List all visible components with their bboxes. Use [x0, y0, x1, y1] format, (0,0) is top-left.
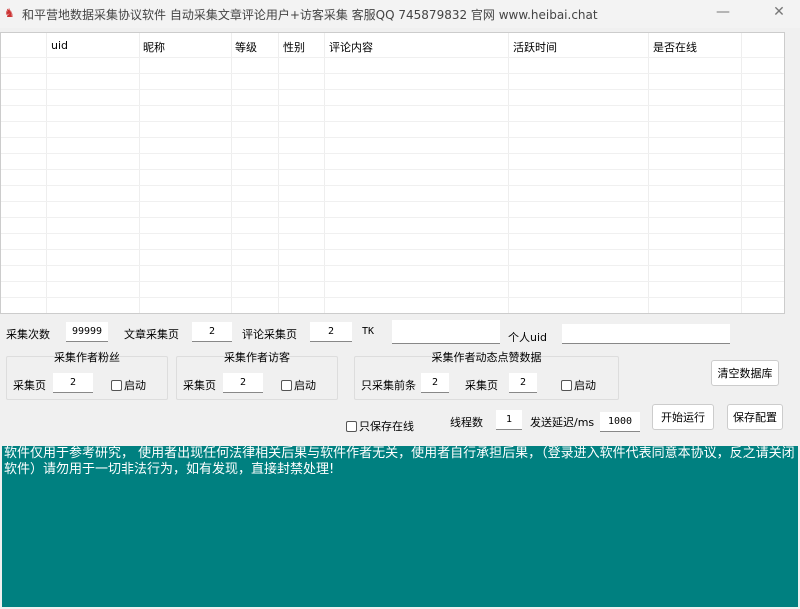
row-divider [1, 169, 784, 170]
collect-count-input[interactable] [66, 322, 108, 342]
fans-group-title: 采集作者粉丝 [7, 349, 167, 365]
column-divider [46, 33, 47, 313]
title-bar: ♞ 和平营地数据采集协议软件 自动采集文章评论用户+访客采集 客服QQ 7458… [0, 0, 800, 28]
visitors-pages-label: 采集页 [183, 377, 216, 393]
likes-enable-label: 启动 [574, 379, 596, 392]
log-output[interactable]: 软件仅用于参考研究， 使用者出现任何法律相关后果与软件作者无关，使用者自行承担后… [2, 446, 798, 607]
row-divider [1, 313, 784, 314]
save-config-button[interactable]: 保存配置 [727, 404, 783, 430]
row-divider [1, 73, 784, 74]
clear-database-button[interactable]: 清空数据库 [711, 360, 779, 386]
row-divider [1, 201, 784, 202]
row-divider [1, 153, 784, 154]
likes-group: 采集作者动态点赞数据 只采集前条 采集页 启动 [354, 356, 619, 400]
threads-input[interactable] [496, 410, 522, 430]
column-divider [508, 33, 509, 313]
row-divider [1, 57, 784, 58]
likes-pages-label: 采集页 [465, 377, 498, 393]
threads-label: 线程数 [450, 414, 483, 430]
fans-pages-input[interactable] [53, 373, 93, 393]
column-divider [648, 33, 649, 313]
fans-pages-label: 采集页 [13, 377, 46, 393]
likes-pages-input[interactable] [509, 373, 537, 393]
delay-input[interactable] [600, 412, 640, 432]
minimize-button[interactable]: — [708, 4, 738, 24]
column-header-gender[interactable]: 性别 [283, 39, 305, 55]
column-divider [278, 33, 279, 313]
column-divider [741, 33, 742, 313]
visitors-pages-input[interactable] [223, 373, 263, 393]
column-header-active-time[interactable]: 活跃时间 [513, 39, 557, 55]
fans-enable-label: 启动 [124, 379, 146, 392]
column-divider [231, 33, 232, 313]
visitors-enable-checkbox[interactable]: 启动 [281, 377, 316, 393]
row-divider [1, 185, 784, 186]
visitors-group: 采集作者访客 采集页 启动 [176, 356, 338, 400]
comment-pages-label: 评论采集页 [242, 326, 297, 342]
column-header-level[interactable]: 等级 [235, 39, 257, 55]
close-button[interactable]: ✕ [764, 4, 794, 24]
row-divider [1, 121, 784, 122]
column-divider [324, 33, 325, 313]
fans-enable-checkbox[interactable]: 启动 [111, 377, 146, 393]
row-divider [1, 249, 784, 250]
column-header-online[interactable]: 是否在线 [653, 39, 697, 55]
visitors-enable-label: 启动 [294, 379, 316, 392]
window-title: 和平营地数据采集协议软件 自动采集文章评论用户+访客采集 客服QQ 745879… [22, 6, 598, 23]
column-header-uid[interactable]: uid [51, 39, 68, 52]
article-pages-input[interactable] [192, 322, 232, 342]
column-header-comment[interactable]: 评论内容 [329, 39, 373, 55]
uid-label: 个人uid [508, 329, 547, 345]
fans-group: 采集作者粉丝 采集页 启动 [6, 356, 168, 400]
row-divider [1, 281, 784, 282]
row-divider [1, 105, 784, 106]
tk-label: TK [362, 326, 374, 337]
row-divider [1, 89, 784, 90]
app-icon: ♞ [4, 6, 15, 20]
collect-count-label: 采集次数 [6, 326, 50, 342]
likes-enable-checkbox[interactable]: 启动 [561, 377, 596, 393]
tk-input[interactable] [392, 320, 500, 344]
row-divider [1, 265, 784, 266]
likes-first-label: 只采集前条 [361, 377, 416, 393]
column-header-nickname[interactable]: 昵称 [143, 39, 165, 55]
article-pages-label: 文章采集页 [124, 326, 179, 342]
online-only-label: 只保存在线 [359, 420, 414, 433]
row-divider [1, 137, 784, 138]
likes-first-input[interactable] [421, 373, 449, 393]
likes-group-title: 采集作者动态点赞数据 [355, 349, 618, 365]
online-only-checkbox[interactable]: 只保存在线 [346, 418, 414, 434]
uid-input[interactable] [562, 324, 730, 344]
row-divider [1, 297, 784, 298]
row-divider [1, 217, 784, 218]
visitors-group-title: 采集作者访客 [177, 349, 337, 365]
data-table[interactable]: uid 昵称 等级 性别 评论内容 活跃时间 是否在线 [0, 32, 785, 314]
column-divider [139, 33, 140, 313]
comment-pages-input[interactable] [310, 322, 352, 342]
start-button[interactable]: 开始运行 [652, 404, 714, 430]
row-divider [1, 233, 784, 234]
delay-label: 发送延迟/ms [530, 414, 594, 430]
